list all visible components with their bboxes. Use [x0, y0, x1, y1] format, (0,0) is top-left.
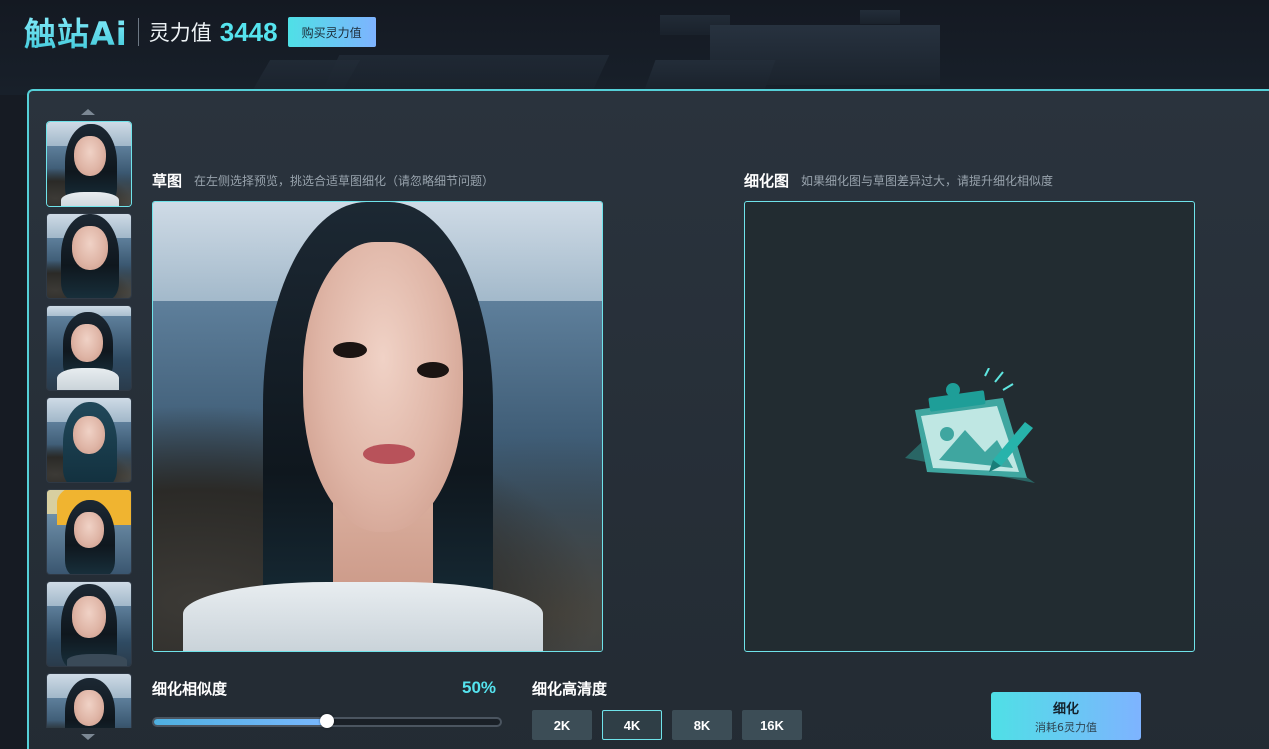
app-logo[interactable]: 触站Ai [24, 9, 128, 55]
spirit-points-value: 3448 [219, 16, 278, 47]
refined-title: 细化图 [744, 172, 790, 190]
thumbnail-item[interactable] [46, 305, 132, 391]
refine-button-label: 细化 [1052, 701, 1079, 717]
refine-button-cost: 消耗6灵力值 [1035, 720, 1097, 734]
resolution-option-8k[interactable]: 8K [672, 710, 732, 740]
resolution-option-4k[interactable]: 4K [602, 710, 662, 740]
similarity-label: 细化相似度 [152, 680, 228, 698]
spirit-points-label: 灵力值 [148, 21, 212, 45]
thumbnail-item[interactable] [46, 581, 132, 667]
buy-spirit-points-button[interactable]: 购买灵力值 [287, 17, 376, 47]
resolution-option-2k[interactable]: 2K [532, 710, 592, 740]
sketch-hint: 在左侧选择预览，挑选合适草图细化（请忽略细节问题） [194, 174, 495, 188]
bg-block [644, 60, 776, 90]
sketch-title: 草图 [152, 172, 183, 190]
thumbnail-item[interactable] [46, 121, 132, 207]
similarity-value: 50% [462, 678, 497, 697]
top-header: 触站Ai 灵力值 3448 购买灵力值 [24, 10, 376, 54]
bg-block [860, 10, 900, 24]
resolution-options: 2K 4K 8K 16K [532, 710, 802, 740]
sketch-preview-image [152, 201, 603, 652]
thumbnail-item[interactable] [46, 673, 132, 728]
thumbnail-list[interactable] [46, 121, 132, 728]
thumbnail-item[interactable] [46, 397, 132, 483]
empty-picture-illustration-icon [905, 368, 1035, 483]
refined-preview-area [744, 201, 1195, 652]
thumbnail-item[interactable] [46, 489, 132, 575]
resolution-option-16k[interactable]: 16K [742, 710, 802, 740]
similarity-slider-fill [154, 719, 331, 725]
scroll-up-arrow-icon[interactable] [81, 109, 95, 115]
resolution-label: 细化高清度 [532, 680, 608, 698]
refined-hint: 如果细化图与草图差异过大，请提升细化相似度 [801, 174, 1054, 188]
header-divider [137, 18, 139, 46]
thumbnail-item[interactable] [46, 213, 132, 299]
scroll-down-arrow-icon[interactable] [81, 734, 95, 740]
similarity-slider-thumb[interactable] [320, 714, 334, 728]
refine-button[interactable]: 细化 消耗6灵力值 [991, 692, 1141, 740]
